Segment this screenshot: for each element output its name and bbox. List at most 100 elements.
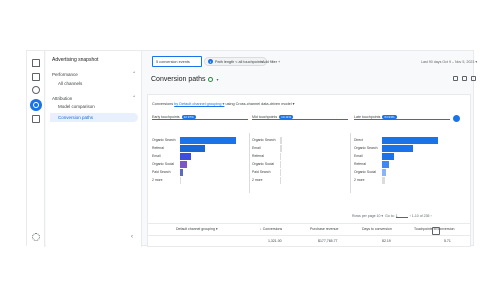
stage-column-mid: Organic Search Email Referral Organic Socia…: [252, 137, 348, 185]
collapse-nav-icon[interactable]: ‹: [131, 234, 133, 240]
share-icon[interactable]: [462, 76, 467, 81]
table-row: 1,321.00 $177,765.77 82.19 5.71: [148, 235, 470, 247]
column-header-conversions[interactable]: ↓ Conversions: [260, 227, 282, 231]
column-divider: [249, 133, 250, 193]
channel-bar: [382, 161, 390, 168]
nav-section-performance[interactable]: Performance ⌃: [52, 71, 136, 77]
channel-bar: [180, 161, 187, 168]
conversion-events-chip[interactable]: 5 conversion events: [152, 56, 202, 67]
chevron-up-icon: ⌃: [132, 95, 136, 100]
next-page-icon[interactable]: ›: [430, 214, 431, 218]
chip-label: Add filter +: [262, 59, 281, 64]
channel-label: Email: [152, 154, 161, 158]
nav-item-model-comparison[interactable]: Model comparison: [58, 104, 95, 109]
channel-bar: [180, 153, 192, 160]
rows-per-page-select[interactable]: 10 ▾: [377, 214, 384, 218]
path-row[interactable]: Referral: [252, 153, 348, 161]
nav-section-label: Performance: [52, 71, 78, 77]
subtitle-prefix: Conversions: [152, 102, 174, 106]
path-row[interactable]: Organic Social: [252, 161, 348, 169]
channel-label: 2 more: [354, 178, 365, 182]
path-row[interactable]: Paid Search: [252, 169, 348, 177]
path-row[interactable]: Referral: [152, 145, 248, 153]
title-dropdown-icon[interactable]: ▾: [216, 77, 218, 82]
report-tools: [453, 76, 476, 81]
home-icon[interactable]: [32, 59, 40, 67]
stage-pct-badge: 13.11%: [279, 114, 294, 119]
page-range: 1-10 of 235: [411, 214, 430, 218]
path-row[interactable]: Organic Search: [252, 137, 348, 145]
filter-bar: 5 conversion events 1 Path length < all …: [143, 51, 477, 69]
reports-icon[interactable]: [32, 73, 40, 81]
chip-label: Path length < all touchpoints: [215, 59, 263, 64]
page-title-text: Conversion paths: [151, 76, 206, 83]
date-range-picker[interactable]: Last 90 days Oct 9 – Nov 5, 2023 ▾: [421, 60, 477, 64]
channel-bar: [180, 169, 183, 176]
total-touchpoints: 5.71: [444, 239, 451, 243]
path-row[interactable]: Organic Social: [354, 169, 450, 177]
channel-label: Referral: [152, 146, 165, 150]
app-frame: Advertising snapshot Performance ⌃ All c…: [26, 50, 477, 247]
prev-page-icon[interactable]: ‹: [410, 214, 411, 218]
channel-bar: [180, 137, 236, 144]
column-header-grouping[interactable]: Default channel grouping ▾: [176, 227, 218, 231]
stage-label: Early touchpoints: [152, 114, 180, 119]
channel-bar: [382, 169, 387, 176]
total-revenue: $177,765.77: [318, 239, 338, 243]
path-row[interactable]: Email: [354, 153, 450, 161]
conversion-paths-card: Conversions by Default channel grouping …: [147, 94, 471, 247]
model-dropdown[interactable]: using Cross-channel data-driven model ▾: [224, 102, 294, 106]
add-filter-button[interactable]: Add filter +: [259, 57, 283, 66]
channel-label: Organic Search: [152, 138, 176, 142]
stage-column-late: Direct Organic Search Email Referral Organic…: [354, 137, 450, 185]
channel-label: Referral: [252, 154, 265, 158]
path-row[interactable]: Paid Search: [152, 169, 248, 177]
column-divider: [350, 133, 351, 193]
column-header-days[interactable]: Days to conversion: [362, 227, 392, 231]
channel-bar: [382, 145, 413, 152]
path-row[interactable]: 2 more: [252, 177, 348, 185]
path-row[interactable]: Organic Search: [354, 145, 450, 153]
nav-item-all-channels[interactable]: All channels: [58, 81, 82, 86]
channel-label: Paid Search: [152, 170, 171, 174]
column-header-revenue[interactable]: Purchase revenue: [310, 227, 338, 231]
channel-bar: [280, 153, 282, 160]
customize-icon[interactable]: [453, 76, 458, 81]
advertising-icon[interactable]: [30, 99, 42, 111]
channel-label: Organic Search: [354, 146, 378, 150]
filter-count-badge: 1: [208, 59, 213, 64]
path-row[interactable]: Organic Social: [152, 161, 248, 169]
stage-label: Mid touchpoints: [252, 114, 278, 119]
gear-icon[interactable]: [32, 233, 40, 241]
grouping-dropdown[interactable]: by Default channel grouping ▾: [174, 102, 224, 106]
nav-header[interactable]: Advertising snapshot: [52, 57, 98, 63]
path-row[interactable]: Email: [152, 153, 248, 161]
insights-icon[interactable]: [471, 76, 476, 81]
total-days: 82.19: [382, 239, 391, 243]
path-row[interactable]: 2 more: [152, 177, 248, 185]
explore-icon[interactable]: [32, 86, 40, 94]
channel-label: 2 more: [152, 178, 163, 182]
goto-input[interactable]: 1: [395, 214, 408, 218]
total-conversions: 1,321.00: [268, 239, 282, 243]
path-row[interactable]: Referral: [354, 161, 450, 169]
path-row[interactable]: 2 more: [354, 177, 450, 185]
main-content: 5 conversion events 1 Path length < all …: [143, 51, 477, 247]
path-row[interactable]: Organic Search: [152, 137, 248, 145]
nav-section-attribution[interactable]: Attribution ⌃: [52, 95, 136, 101]
channel-label: Email: [252, 146, 261, 150]
stage-line-early: [152, 119, 248, 120]
nav-item-conversion-paths[interactable]: Conversion paths: [58, 115, 93, 120]
channel-label: Paid Search: [252, 170, 271, 174]
path-row[interactable]: Email: [252, 145, 348, 153]
path-row[interactable]: Direct: [354, 137, 450, 145]
feedback-icon[interactable]: [432, 227, 440, 235]
channel-label: Email: [354, 154, 363, 158]
configure-icon[interactable]: [32, 115, 40, 123]
channel-label: Direct: [354, 138, 363, 142]
advertising-nav: Advertising snapshot Performance ⌃ All c…: [46, 51, 142, 247]
path-length-chip[interactable]: 1 Path length < all touchpoints: [204, 57, 267, 66]
nav-section-label: Attribution: [52, 95, 73, 101]
report-subtitle: Conversions by Default channel grouping …: [152, 101, 295, 106]
conversion-check-icon: [453, 115, 460, 122]
